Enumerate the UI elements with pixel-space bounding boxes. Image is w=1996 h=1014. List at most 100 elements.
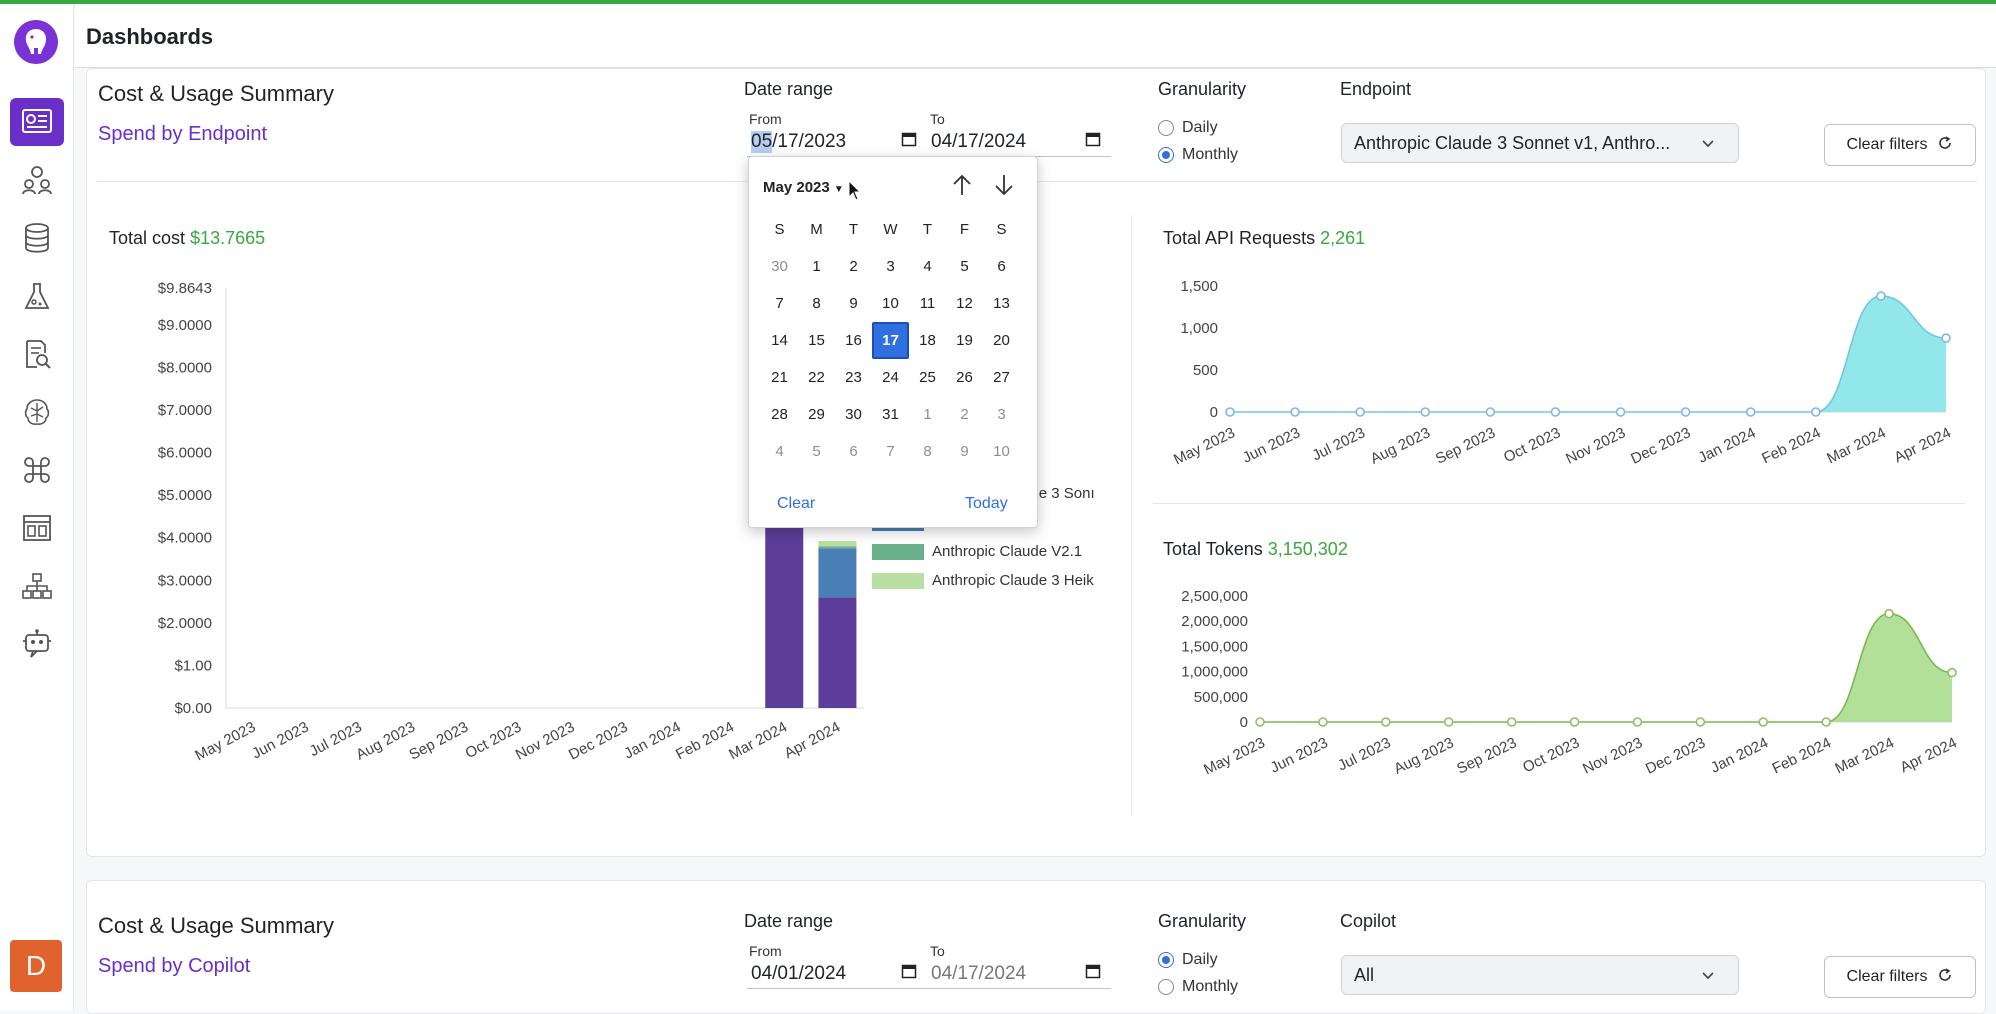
y-tick-label: 0 (1240, 714, 1248, 731)
calendar-day[interactable]: 28 (761, 396, 798, 433)
calendar-day[interactable]: 6 (983, 248, 1020, 285)
from-date-month-segment[interactable]: 05 (751, 130, 773, 153)
calendar-day[interactable]: 25 (909, 359, 946, 396)
chevron-down-icon (1700, 967, 1716, 988)
calendar-day[interactable]: 4 (909, 248, 946, 285)
calendar-day[interactable]: 23 (835, 359, 872, 396)
calendar-day[interactable]: 30 (835, 396, 872, 433)
total-cost-label: Total cost (109, 228, 186, 248)
calendar-day[interactable]: 26 (946, 359, 983, 396)
calendar-day[interactable]: 19 (946, 322, 983, 359)
calendar-day[interactable]: 24 (872, 359, 909, 396)
calendar-day[interactable]: 22 (798, 359, 835, 396)
clear-filters-button[interactable]: Clear filters (1824, 956, 1976, 998)
sidebar-item-copilot[interactable] (10, 620, 64, 668)
data-point (1569, 717, 1580, 727)
granularity-monthly-radio[interactable]: Monthly (1158, 978, 1238, 996)
x-tick-label: Aug 2023 (1368, 424, 1433, 467)
arrow-down-icon[interactable] (993, 173, 1015, 202)
x-tick-label: Dec 2023 (1628, 424, 1693, 467)
calendar-day[interactable]: 5 (798, 433, 835, 470)
calendar-icon[interactable] (901, 131, 917, 153)
granularity-daily-radio[interactable]: Daily (1158, 119, 1218, 137)
radio-button[interactable] (1158, 147, 1174, 163)
arrow-up-icon[interactable] (951, 173, 973, 202)
calendar-day[interactable]: 9 (946, 433, 983, 470)
weekday-header: T (848, 221, 859, 238)
calendar-day[interactable]: 14 (761, 322, 798, 359)
granularity-daily-radio[interactable]: Daily (1158, 951, 1218, 969)
calendar-day[interactable]: 16 (835, 322, 872, 359)
to-date-input[interactable]: 04/17/2024 (927, 127, 1111, 157)
radio-button[interactable] (1158, 120, 1174, 136)
calendar-day[interactable]: 7 (761, 285, 798, 322)
data-point (1758, 717, 1769, 727)
calendar-day[interactable]: 31 (872, 396, 909, 433)
calendar-day[interactable]: 10 (983, 433, 1020, 470)
weekday-header: S (774, 221, 785, 238)
calendar-day[interactable]: 1 (909, 396, 946, 433)
x-tick-label: Jul 2023 (1335, 734, 1393, 774)
calendar-day[interactable]: 17 (872, 322, 909, 359)
calendar-icon[interactable] (901, 963, 917, 985)
calendar-day[interactable]: 9 (835, 285, 872, 322)
sidebar-item-layouts[interactable] (10, 504, 64, 552)
calendar-day[interactable]: 8 (798, 285, 835, 322)
card-subtitle[interactable]: Spend by Endpoint (98, 123, 267, 146)
calendar-day[interactable]: 6 (835, 433, 872, 470)
card-subtitle[interactable]: Spend by Copilot (98, 955, 250, 978)
today-button[interactable]: Today (965, 495, 1008, 513)
refresh-icon (1937, 135, 1953, 156)
calendar-day[interactable]: 29 (798, 396, 835, 433)
sidebar-item-reports[interactable] (10, 330, 64, 378)
clear-filters-button[interactable]: Clear filters (1824, 124, 1976, 166)
sidebar-item-hierarchy[interactable] (10, 562, 64, 610)
total-tokens-stat: Total Tokens 3,150,302 (1163, 539, 1348, 560)
copilot-select[interactable]: All (1341, 955, 1739, 995)
calendar-day[interactable]: 4 (761, 433, 798, 470)
sidebar-item-models[interactable] (10, 388, 64, 436)
endpoint-select[interactable]: Anthropic Claude 3 Sonnet v1, Anthro... (1341, 123, 1739, 163)
calendar-day[interactable]: 3 (983, 396, 1020, 433)
calendar-day[interactable]: 7 (872, 433, 909, 470)
calendar-day[interactable]: 30 (761, 248, 798, 285)
calendar-day[interactable]: 27 (983, 359, 1020, 396)
elephant-logo-icon[interactable] (14, 20, 58, 64)
sidebar-item-users[interactable] (10, 156, 64, 204)
calendar-day[interactable]: 2 (835, 248, 872, 285)
calendar-day[interactable]: 10 (872, 285, 909, 322)
clear-date-button[interactable]: Clear (777, 495, 815, 513)
granularity-monthly-radio[interactable]: Monthly (1158, 146, 1238, 164)
dashboard-icon (22, 109, 52, 133)
to-date-value: 04/17/2024 (931, 962, 1027, 984)
calendar-day[interactable]: 15 (798, 322, 835, 359)
radio-button[interactable] (1158, 979, 1174, 995)
radio-label: Daily (1182, 119, 1218, 136)
sidebar-item-experiments[interactable] (10, 272, 64, 320)
calendar-day[interactable]: 11 (909, 285, 946, 322)
calendar-day[interactable]: 5 (946, 248, 983, 285)
radio-button[interactable] (1158, 952, 1174, 968)
month-year-selector[interactable]: May 2023 ▼ (763, 179, 844, 196)
calendar-day[interactable]: 12 (946, 285, 983, 322)
calendar-icon[interactable] (1085, 131, 1101, 153)
calendar-day[interactable]: 3 (872, 248, 909, 285)
sidebar-item-dashboard[interactable] (10, 98, 64, 146)
user-avatar[interactable]: D (10, 940, 62, 992)
calendar-icon[interactable] (1085, 963, 1101, 985)
sidebar-item-database[interactable] (10, 214, 64, 262)
sidebar-item-commands[interactable] (10, 446, 64, 494)
calendar-day[interactable]: 2 (946, 396, 983, 433)
calendar-day[interactable]: 20 (983, 322, 1020, 359)
calendar-day[interactable]: 21 (761, 359, 798, 396)
calendar-day[interactable]: 18 (909, 322, 946, 359)
y-tick-label: $7.0000 (158, 402, 212, 419)
calendar-day[interactable]: 1 (798, 248, 835, 285)
copilot-select-value: All (1354, 964, 1375, 985)
calendar-day[interactable]: 13 (983, 285, 1020, 322)
from-date-input[interactable]: 04/01/2024 (747, 959, 927, 989)
from-date-input[interactable]: 05/17/2023 (747, 127, 927, 157)
y-tick-label: $2.0000 (158, 615, 212, 632)
to-date-input[interactable]: 04/17/2024 (927, 959, 1111, 989)
calendar-day[interactable]: 8 (909, 433, 946, 470)
